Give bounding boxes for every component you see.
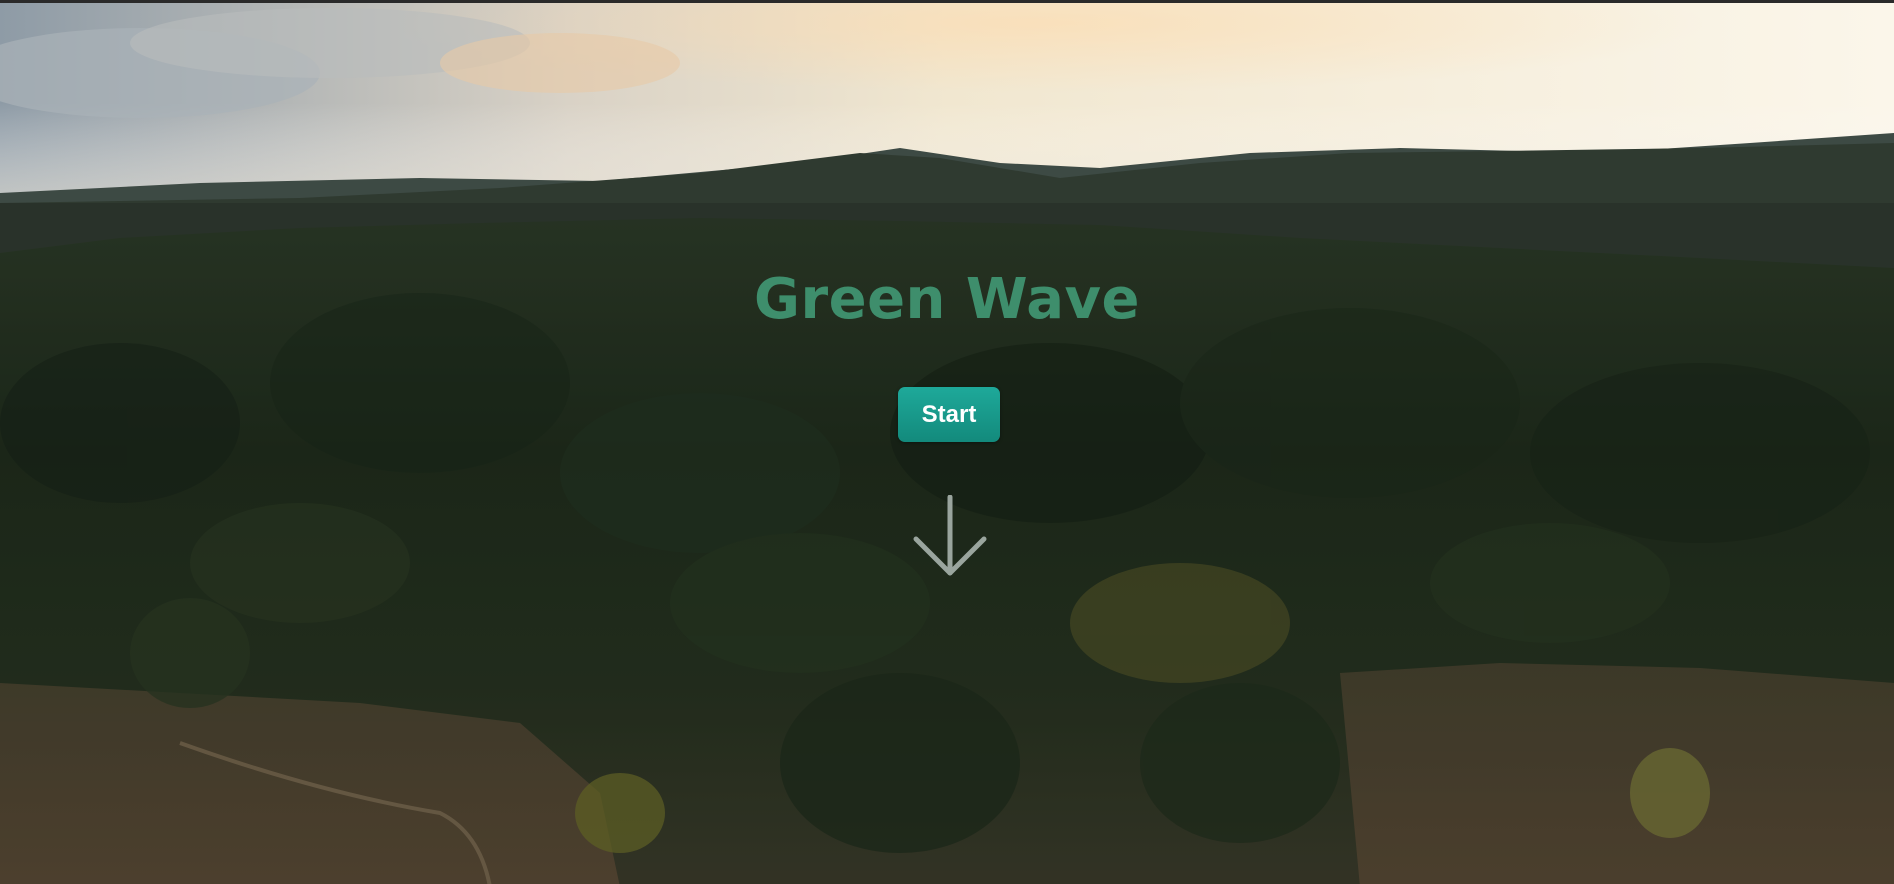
landing-page: Green Wave Start bbox=[0, 0, 1894, 884]
hero-content: Green Wave Start bbox=[0, 3, 1894, 884]
start-button[interactable]: Start bbox=[898, 387, 1000, 442]
arrow-down-icon[interactable] bbox=[912, 494, 988, 579]
page-title: Green Wave bbox=[754, 267, 1140, 332]
